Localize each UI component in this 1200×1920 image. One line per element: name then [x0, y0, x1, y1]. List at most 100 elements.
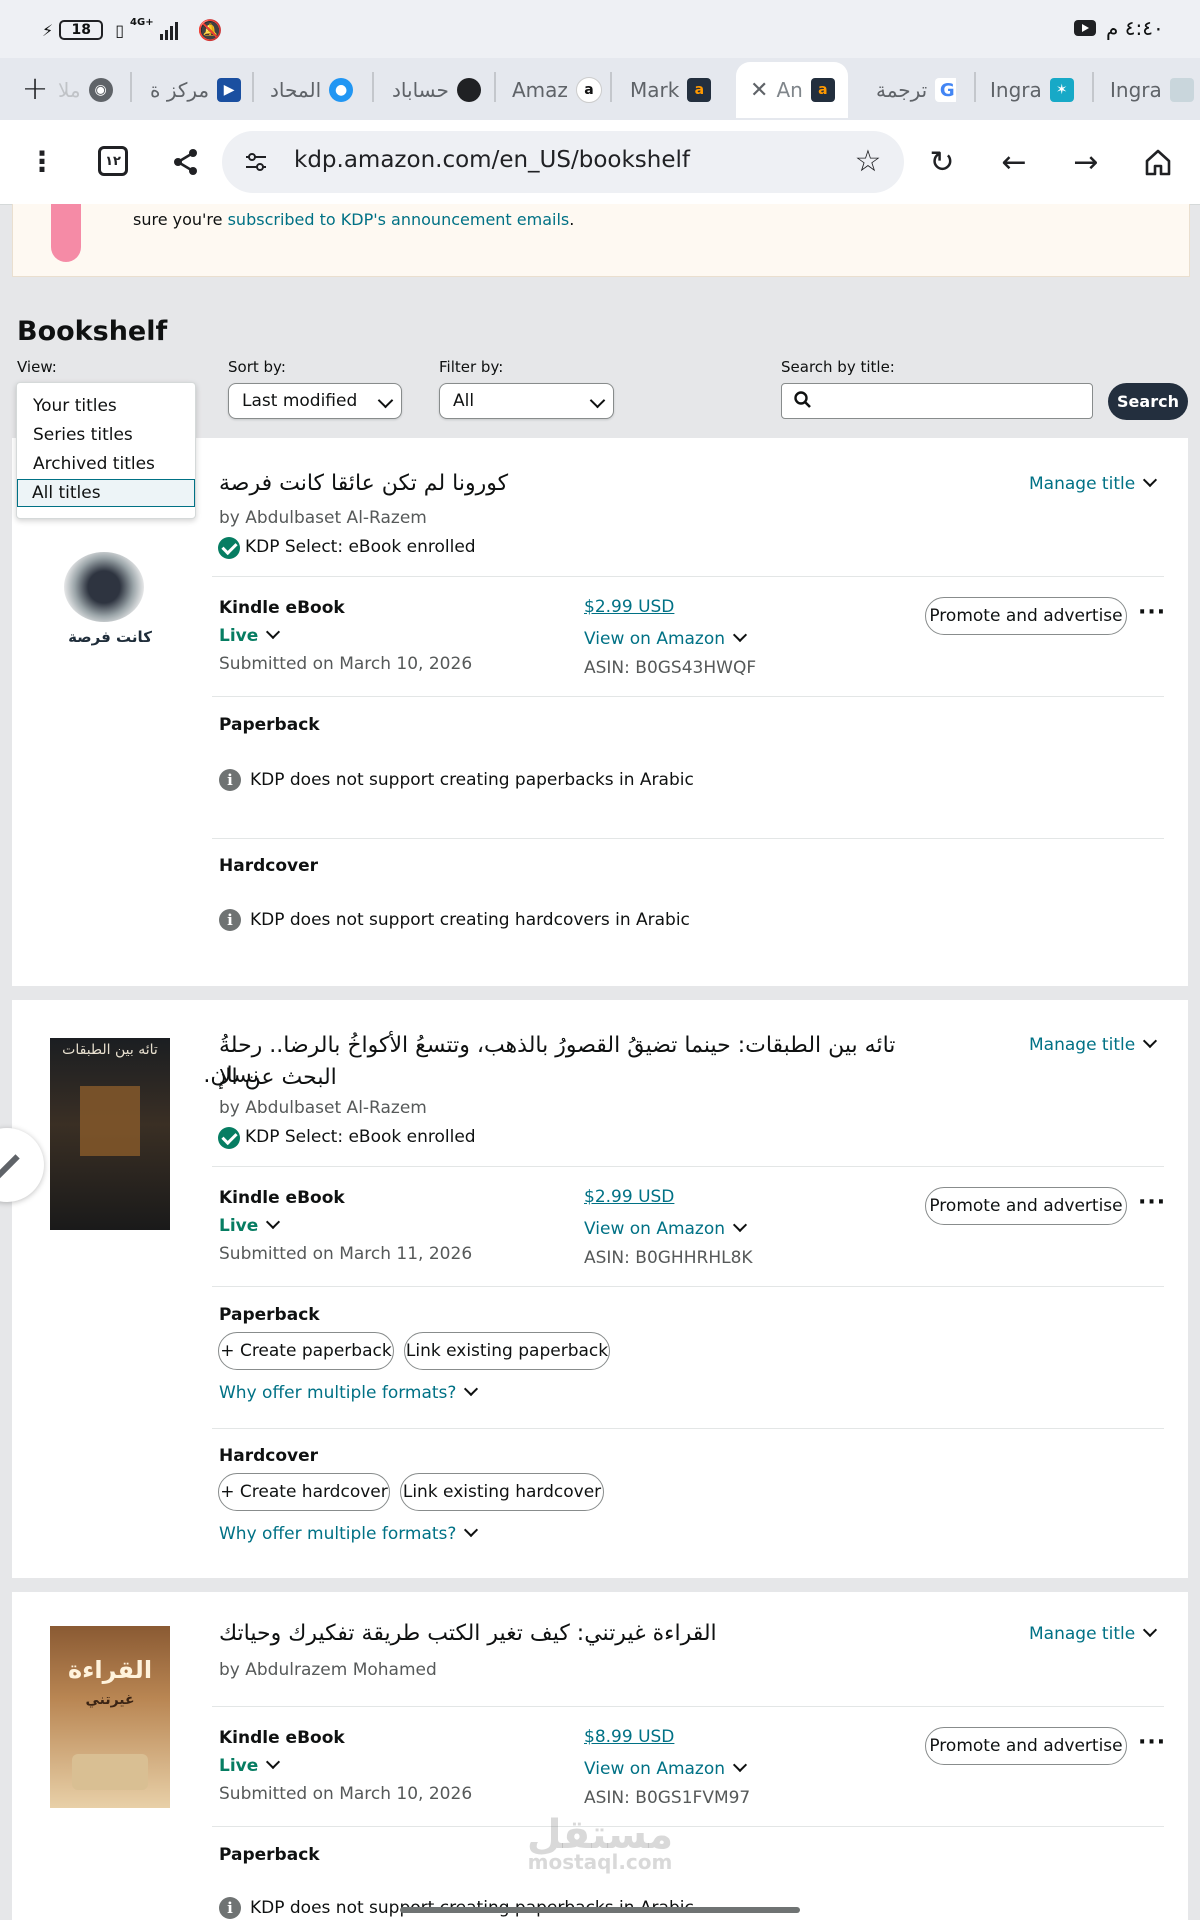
- status-bar: ⚡ 18 ▯ 4G+ 🔕 ٤:٤٠ م: [0, 0, 1200, 58]
- book-1-title[interactable]: كورونا لم تكن عائقا كانت فرصة: [219, 468, 819, 500]
- announcement-link[interactable]: subscribed to KDP's announcement emails: [228, 210, 570, 229]
- link-paperback-button[interactable]: Link existing paperback: [404, 1332, 610, 1370]
- book-2-author: by Abdulbaset Al-Razem: [219, 1098, 427, 1118]
- mute-bell-icon: 🔕: [197, 18, 223, 42]
- book-2-title-line2[interactable]: نسان.: [203, 1060, 259, 1092]
- signal-icon: [159, 20, 178, 40]
- book-2-asin: ASIN: B0GHHRHL8K: [584, 1248, 753, 1268]
- url-text[interactable]: kdp.amazon.com/en_US/bookshelf: [294, 147, 690, 173]
- site-settings-icon[interactable]: [242, 148, 270, 176]
- book-2-manage-title[interactable]: Manage title: [1029, 1033, 1158, 1055]
- book-1-live-status[interactable]: Live: [219, 624, 281, 646]
- book-1-price[interactable]: $2.99 USD: [584, 597, 674, 617]
- watermark: مستقل mostaql.com: [520, 1812, 680, 1874]
- more-options-icon[interactable]: ···: [1138, 1730, 1166, 1755]
- address-bar[interactable]: kdp.amazon.com/en_US/bookshelf ☆: [222, 131, 904, 193]
- new-tab-plus-icon[interactable]: +: [20, 69, 50, 107]
- more-options-icon[interactable]: ···: [1138, 600, 1166, 625]
- tab-1[interactable]: مركز ة ▶: [150, 70, 250, 110]
- book-3-live-status[interactable]: Live: [219, 1754, 281, 1776]
- home-icon[interactable]: [1140, 144, 1176, 180]
- book-1-paperback-label: Paperback: [219, 715, 320, 735]
- tab-4[interactable]: Amaz a: [512, 70, 602, 110]
- book-2-why-formats-paperback[interactable]: Why offer multiple formats?: [219, 1381, 479, 1403]
- book-3-title[interactable]: القراءة غيرتني: كيف تغير الكتب طريقة تفك…: [219, 1618, 819, 1650]
- chevron-down-icon: [1143, 1622, 1158, 1638]
- menu-dots-icon[interactable]: ⋮: [28, 144, 56, 180]
- chevron-down-icon: [732, 627, 748, 643]
- book-2-hardcover-label: Hardcover: [219, 1446, 319, 1466]
- ingram-icon: ✶: [1049, 78, 1074, 102]
- book-1-format-kindle: Kindle eBook: [219, 598, 345, 618]
- book-3-price[interactable]: $8.99 USD: [584, 1727, 674, 1747]
- book-2-title-line1[interactable]: تائه بين الطبقات: حينما تضيقُ القصورُ با…: [219, 1030, 939, 1094]
- tab-8[interactable]: Ingra ✶: [990, 70, 1080, 110]
- back-arrow-icon[interactable]: ←: [996, 144, 1032, 180]
- check-circle-icon: [218, 537, 240, 559]
- info-icon: i: [219, 769, 241, 791]
- announcement-text: sure you're subscribed to KDP's announce…: [133, 210, 574, 229]
- chevron-down-icon: [464, 1522, 479, 1538]
- tab-5[interactable]: Mark a: [630, 70, 730, 110]
- view-dropdown[interactable]: Your titles Series titles Archived title…: [16, 382, 196, 519]
- divider: [212, 1166, 1164, 1167]
- search-label: Search by title:: [781, 358, 895, 376]
- book-1-view-on-amazon[interactable]: View on Amazon: [584, 627, 748, 649]
- book-3-paperback-label: Paperback: [219, 1845, 320, 1865]
- clock: ٤:٤٠ م: [1106, 16, 1164, 40]
- book-2-price[interactable]: $2.99 USD: [584, 1187, 674, 1207]
- more-options-icon[interactable]: ···: [1138, 1190, 1166, 1215]
- check-circle-icon: [218, 1127, 240, 1149]
- book-2-why-formats-hardcover[interactable]: Why offer multiple formats?: [219, 1522, 479, 1544]
- gesture-bar[interactable]: [400, 1907, 800, 1913]
- reload-icon[interactable]: ↻: [924, 144, 960, 180]
- search-input[interactable]: [781, 383, 1093, 419]
- book-1-promote-button[interactable]: Promote and advertise: [925, 597, 1127, 635]
- status-right: ٤:٤٠ م: [1074, 16, 1164, 40]
- filter-value: All: [453, 391, 475, 411]
- bookmark-star-icon[interactable]: ☆: [852, 144, 884, 179]
- tab-7[interactable]: ترجمة G: [876, 70, 956, 110]
- tab-9[interactable]: Ingra: [1110, 70, 1200, 110]
- divider: [212, 576, 1164, 577]
- book-cover-1[interactable]: لم تكن عائقا كانت فرصة: [50, 500, 170, 670]
- view-option-all-titles[interactable]: All titles: [17, 479, 195, 507]
- share-icon[interactable]: [168, 144, 204, 180]
- tab-3[interactable]: حساباد: [392, 70, 492, 110]
- pencil-icon: [0, 1154, 20, 1180]
- book-2-promote-button[interactable]: Promote and advertise: [925, 1187, 1127, 1225]
- book-3-promote-button[interactable]: Promote and advertise: [925, 1727, 1127, 1765]
- tab-separator: [1092, 72, 1094, 102]
- view-option-your-titles[interactable]: Your titles: [17, 391, 195, 421]
- tab-2[interactable]: المحاد ●: [270, 70, 370, 110]
- book-3-view-on-amazon[interactable]: View on Amazon: [584, 1757, 748, 1779]
- book-cover-3[interactable]: القراءة غيرتني: [50, 1626, 170, 1808]
- tab-9-label: Ingra: [1110, 78, 1162, 102]
- book-3-submitted: Submitted on March 10, 2026: [219, 1784, 473, 1804]
- forward-arrow-icon[interactable]: →: [1068, 144, 1104, 180]
- sort-select[interactable]: Last modified: [228, 383, 402, 419]
- cover-2-title-text: تائه بين الطبقات: [62, 1042, 158, 1058]
- amazon-icon: a: [575, 77, 602, 103]
- view-option-archived-titles[interactable]: Archived titles: [17, 449, 195, 479]
- tab-0[interactable]: ملا ◉: [58, 70, 124, 110]
- book-2-kdp-select: KDP Select: eBook enrolled: [245, 1127, 476, 1147]
- chevron-down-icon: [464, 1381, 479, 1397]
- link-hardcover-button[interactable]: Link existing hardcover: [400, 1473, 604, 1511]
- tab-6-active[interactable]: ✕ An a: [736, 62, 848, 118]
- book-3-manage-title[interactable]: Manage title: [1029, 1622, 1158, 1644]
- book-1-manage-title[interactable]: Manage title: [1029, 472, 1158, 494]
- chevron-down-icon: [732, 1217, 748, 1233]
- close-tab-icon[interactable]: ✕: [750, 78, 768, 103]
- info-icon: i: [219, 1897, 241, 1919]
- tab-1-label: مركز ة: [150, 78, 210, 102]
- book-2-live-status[interactable]: Live: [219, 1214, 281, 1236]
- search-button[interactable]: Search: [1108, 383, 1188, 420]
- tab-count-icon[interactable]: ١٢: [98, 146, 128, 176]
- filter-select[interactable]: All: [439, 383, 614, 419]
- book-cover-2[interactable]: تائه بين الطبقات: [50, 1038, 170, 1230]
- create-paperback-button[interactable]: + Create paperback: [218, 1332, 394, 1370]
- view-option-series-titles[interactable]: Series titles: [17, 420, 195, 450]
- create-hardcover-button[interactable]: + Create hardcover: [218, 1473, 390, 1511]
- book-2-view-on-amazon[interactable]: View on Amazon: [584, 1217, 748, 1239]
